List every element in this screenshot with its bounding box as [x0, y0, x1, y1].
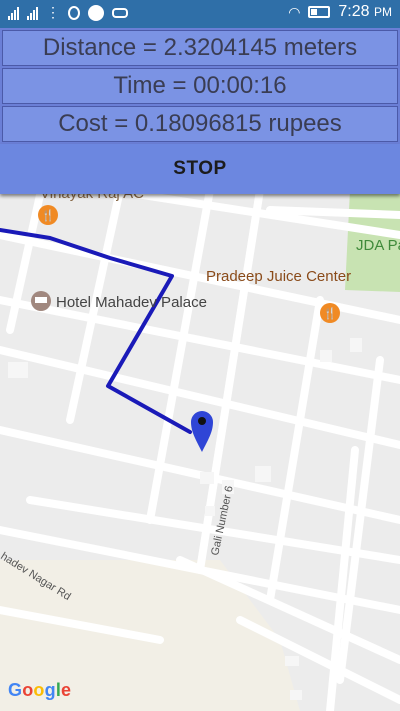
distance-text: Distance = 2.3204145 meters [42, 34, 358, 61]
cost-text: Cost = 0.18096815 rupees [58, 110, 342, 137]
opera-icon [68, 5, 80, 20]
stop-button[interactable]: STOP [0, 144, 400, 194]
status-bar: ⋮ ◠ 7:28 PM [0, 0, 400, 28]
restaurant-icon: 🍴 [320, 303, 340, 323]
battery-icon [308, 6, 331, 18]
svg-text:🍴: 🍴 [323, 307, 337, 320]
signal-icon [8, 6, 19, 20]
hotel-icon [31, 291, 51, 311]
distance-row: Distance = 2.3204145 meters [2, 30, 398, 66]
map-label-hotel: Hotel Mahadev Palace [56, 294, 207, 311]
gamepad-icon [112, 7, 128, 18]
cost-row: Cost = 0.18096815 rupees [2, 106, 398, 142]
menu-dots-icon: ⋮ [46, 4, 60, 20]
svg-text:🍴: 🍴 [41, 209, 55, 222]
status-time: 7:28 PM [338, 3, 392, 20]
map-label-jda: JDA Pa [356, 237, 400, 254]
restaurant-icon: 🍴 [38, 205, 58, 225]
trip-info-panel: Distance = 2.3204145 meters Time = 00:00… [0, 28, 400, 194]
signal-2-icon [27, 6, 38, 20]
wifi-icon: ◠ [288, 3, 301, 20]
time-text: Time = 00:00:16 [113, 72, 287, 99]
status-left-icons: ⋮ [8, 4, 128, 21]
rupee-app-icon [88, 4, 104, 21]
time-row: Time = 00:00:16 [2, 68, 398, 104]
status-right: ◠ 7:28 PM [288, 3, 392, 21]
google-logo: Google [8, 680, 72, 700]
map-label-pradeep: Pradeep Juice Center [206, 268, 351, 285]
